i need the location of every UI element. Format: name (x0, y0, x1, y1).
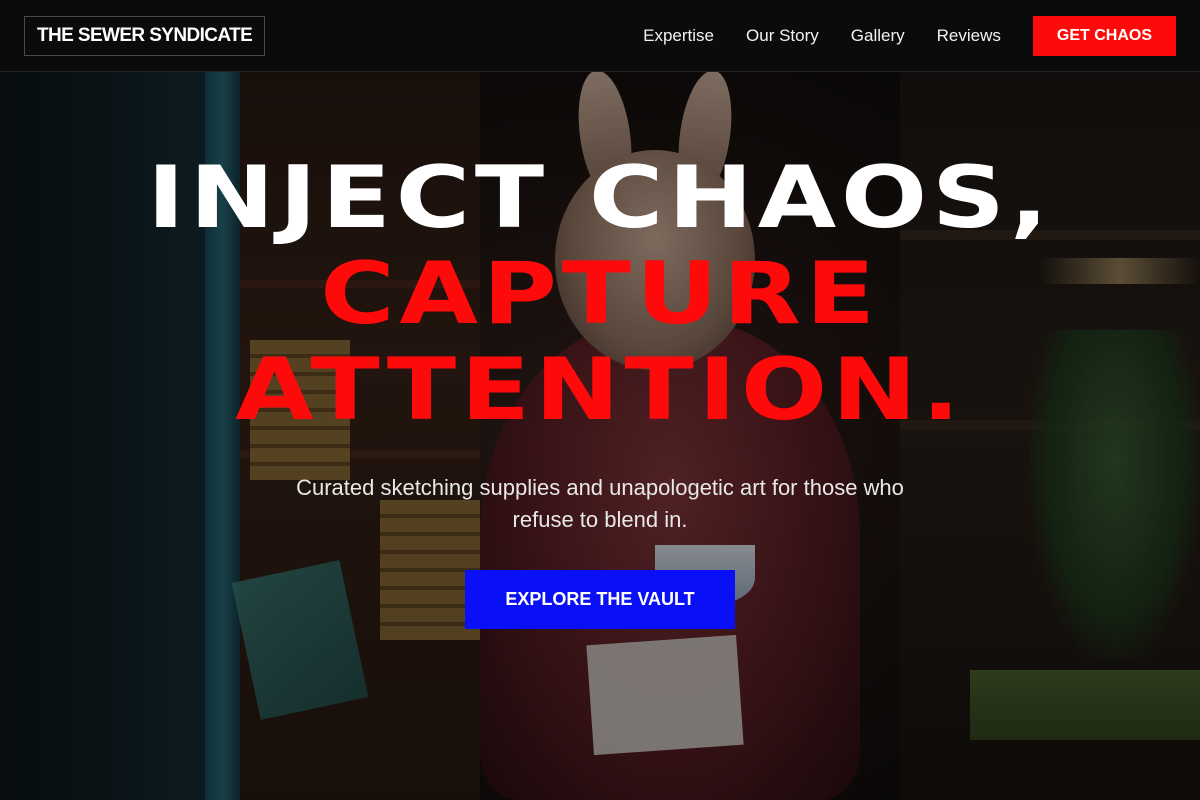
site-header: THE SEWER SYNDICATE Expertise Our Story … (0, 0, 1200, 72)
hero-section: INJECT CHAOS, CAPTURE ATTENTION. Curated… (0, 150, 1200, 629)
hero-headline-line-1: INJECT CHAOS, (146, 148, 1054, 248)
nav-link-expertise[interactable]: Expertise (643, 26, 714, 46)
nav-link-gallery[interactable]: Gallery (851, 26, 905, 46)
main-nav: Expertise Our Story Gallery Reviews (643, 26, 1001, 46)
get-chaos-button[interactable]: GET CHAOS (1032, 15, 1176, 56)
hero-subtitle: Curated sketching supplies and unapologe… (296, 475, 904, 532)
hero-headline-line-2: CAPTURE (320, 244, 880, 344)
explore-the-vault-button[interactable]: EXPLORE THE VAULT (465, 570, 735, 629)
hero-headline-line-3: ATTENTION. (235, 340, 965, 440)
hero-headline: INJECT CHAOS, CAPTURE ATTENTION. (0, 150, 1200, 438)
nav-link-our-story[interactable]: Our Story (746, 26, 819, 46)
nav-link-reviews[interactable]: Reviews (937, 26, 1001, 46)
brand-logo[interactable]: THE SEWER SYNDICATE (24, 15, 266, 56)
